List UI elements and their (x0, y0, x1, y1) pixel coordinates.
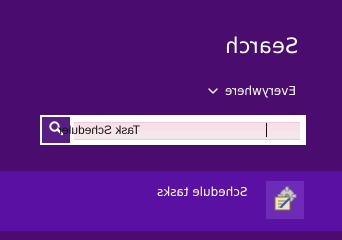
search-box[interactable] (40, 115, 306, 145)
search-input[interactable] (58, 121, 298, 139)
chevron-down-icon (207, 85, 219, 97)
search-scope-dropdown[interactable]: Everywhere (207, 82, 296, 100)
page-title: Search (225, 34, 299, 58)
result-item-schedule-tasks[interactable]: Schedule tasks (0, 171, 342, 231)
search-field[interactable] (58, 117, 304, 143)
result-item-label: Schedule tasks (157, 185, 248, 199)
text-caret (266, 123, 267, 137)
search-panel: Search Everywhere Schedule tasks (0, 0, 342, 240)
search-scope-label: Everywhere (225, 84, 296, 98)
scheduler-icon (266, 181, 304, 219)
